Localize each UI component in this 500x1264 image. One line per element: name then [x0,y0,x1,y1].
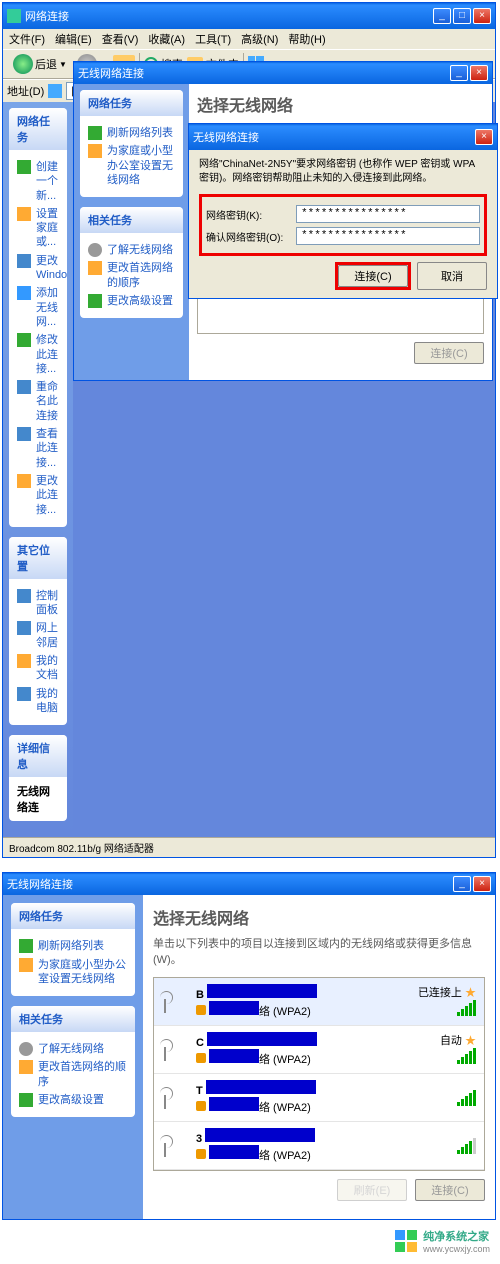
place-link[interactable]: 我的文档 [17,654,59,683]
window-title: 网络连接 [25,8,69,24]
other-places-header[interactable]: 其它位置 [9,537,67,579]
menu-tools[interactable]: 工具(T) [195,31,231,47]
pref-link[interactable]: 更改首选网络的顺序 [19,1060,127,1089]
refresh-link[interactable]: 刷新网络列表 [88,126,175,140]
antenna-icon [162,1037,188,1063]
menu-file[interactable]: 文件(F) [9,31,45,47]
network-item[interactable]: B 络 (WPA2) 已连接上 ★ [154,978,484,1026]
place-link[interactable]: 网上邻居 [17,621,59,650]
task-link[interactable]: 添加无线网... [17,286,59,329]
antenna-icon [162,1085,188,1111]
connect-button-2[interactable]: 连接(C) [415,1179,485,1201]
signal-bars [457,1090,476,1106]
network-item[interactable]: 3 络 (WPA2) [154,1122,484,1170]
watermark-logo [395,1230,417,1252]
explorer-titlebar: 网络连接 _ □ × [3,3,495,29]
menu-bar: 文件(F) 编辑(E) 查看(V) 收藏(A) 工具(T) 高级(N) 帮助(H… [3,29,495,49]
network-list-2[interactable]: B 络 (WPA2) 已连接上 ★ C 络 (WPA2) 自动 ★ [153,977,485,1171]
refresh-link[interactable]: 刷新网络列表 [19,939,127,953]
password-dialog-title: 无线网络连接 [193,129,259,145]
watermark-url: www.ycwxjy.com [423,1244,490,1254]
menu-edit[interactable]: 编辑(E) [55,31,92,47]
connect-button[interactable]: 连接(C) [414,342,484,364]
task-link[interactable]: 更改 Window... [17,254,59,283]
back-button[interactable]: 后退▼ [7,52,73,76]
signal-bars [457,1000,476,1016]
watermark: 纯净系统之家 www.ycwxjy.com [2,1220,498,1262]
key-label: 网络密钥(K): [206,207,296,222]
antenna-icon [162,989,188,1015]
choose-network-heading-2: 选择无线网络 [153,905,485,929]
confirm-key-label: 确认网络密钥(O): [206,229,296,244]
dlg2-close-button[interactable]: × [473,876,491,892]
task-link[interactable]: 重命名此连接 [17,380,59,423]
network-item[interactable]: T 络 (WPA2) [154,1074,484,1122]
pwd-connect-button[interactable]: 连接(C) [338,265,408,287]
window-icon [7,9,21,23]
task-link[interactable]: 创建一个新... [17,160,59,203]
dlg2-min-button[interactable]: _ [453,876,471,892]
adv-link[interactable]: 更改高级设置 [19,1093,127,1107]
explorer-tasks-panel: 网络任务 创建一个新... 设置家庭或... 更改 Window... 添加无线… [3,102,73,837]
connected-label: 已连接上 [418,987,462,999]
menu-fav[interactable]: 收藏(A) [148,31,185,47]
place-link[interactable]: 我的电脑 [17,687,59,716]
menu-help[interactable]: 帮助(H) [288,31,325,47]
setup-link[interactable]: 为家庭或小型办公室设置无线网络 [88,144,175,187]
network-tasks-header[interactable]: 网络任务 [9,108,67,150]
task-link[interactable]: 更改此连接... [17,474,59,517]
key-input[interactable] [296,205,480,223]
learn-link[interactable]: 了解无线网络 [88,243,175,257]
network-item[interactable]: C 络 (WPA2) 自动 ★ [154,1026,484,1074]
watermark-text: 纯净系统之家 [423,1228,490,1244]
signal-bars [457,1138,476,1154]
choose-network-heading: 选择无线网络 [197,92,484,116]
dlg-min-button[interactable]: _ [450,65,468,81]
back-icon [13,54,33,74]
antenna-icon [162,1133,188,1159]
address-icon [48,84,62,98]
close-button[interactable]: × [473,8,491,24]
pwd-cancel-button[interactable]: 取消 [417,262,487,290]
address-label: 地址(D) [7,83,44,99]
menu-view[interactable]: 查看(V) [102,31,139,47]
menu-adv[interactable]: 高级(N) [241,31,278,47]
auto-label: 自动 [440,1035,462,1047]
password-message: 网络"ChinaNet-2N5Y"要求网络密钥 (也称作 WEP 密钥或 WPA… [199,158,487,186]
wireless-dialog-title: 无线网络连接 [78,65,144,81]
minimize-button[interactable]: _ [433,8,451,24]
choose-network-subtext-2: 单击以下列表中的项目以连接到区域内的无线网络或获得更多信息(W)。 [153,935,485,967]
signal-bars [457,1048,476,1064]
detail-text: 无线网络连 [17,786,50,814]
pwd-close-button[interactable]: × [475,129,493,145]
wireless-dialog-2-title: 无线网络连接 [7,876,73,892]
adv-link[interactable]: 更改高级设置 [88,294,175,308]
learn-link[interactable]: 了解无线网络 [19,1042,127,1056]
confirm-key-input[interactable] [296,227,480,245]
dlg-close-button[interactable]: × [470,65,488,81]
task-link[interactable]: 查看此连接... [17,427,59,470]
task-link[interactable]: 修改此连接... [17,333,59,376]
place-link[interactable]: 控制面板 [17,589,59,618]
details-header[interactable]: 详细信息 [9,735,67,777]
status-bar: Broadcom 802.11b/g 网络适配器 [3,837,495,857]
task-link[interactable]: 设置家庭或... [17,207,59,250]
maximize-button[interactable]: □ [453,8,471,24]
password-dialog: 无线网络连接 × 网络"ChinaNet-2N5Y"要求网络密钥 (也称作 WE… [188,123,498,299]
wireless-dialog-2: 无线网络连接 _ × 网络任务 刷新网络列表 为家庭或小型办公室设置无线网络 相… [2,872,496,1220]
refresh-button[interactable]: 刷新(E) [337,1179,407,1201]
setup-link[interactable]: 为家庭或小型办公室设置无线网络 [19,958,127,987]
pref-link[interactable]: 更改首选网络的顺序 [88,261,175,290]
